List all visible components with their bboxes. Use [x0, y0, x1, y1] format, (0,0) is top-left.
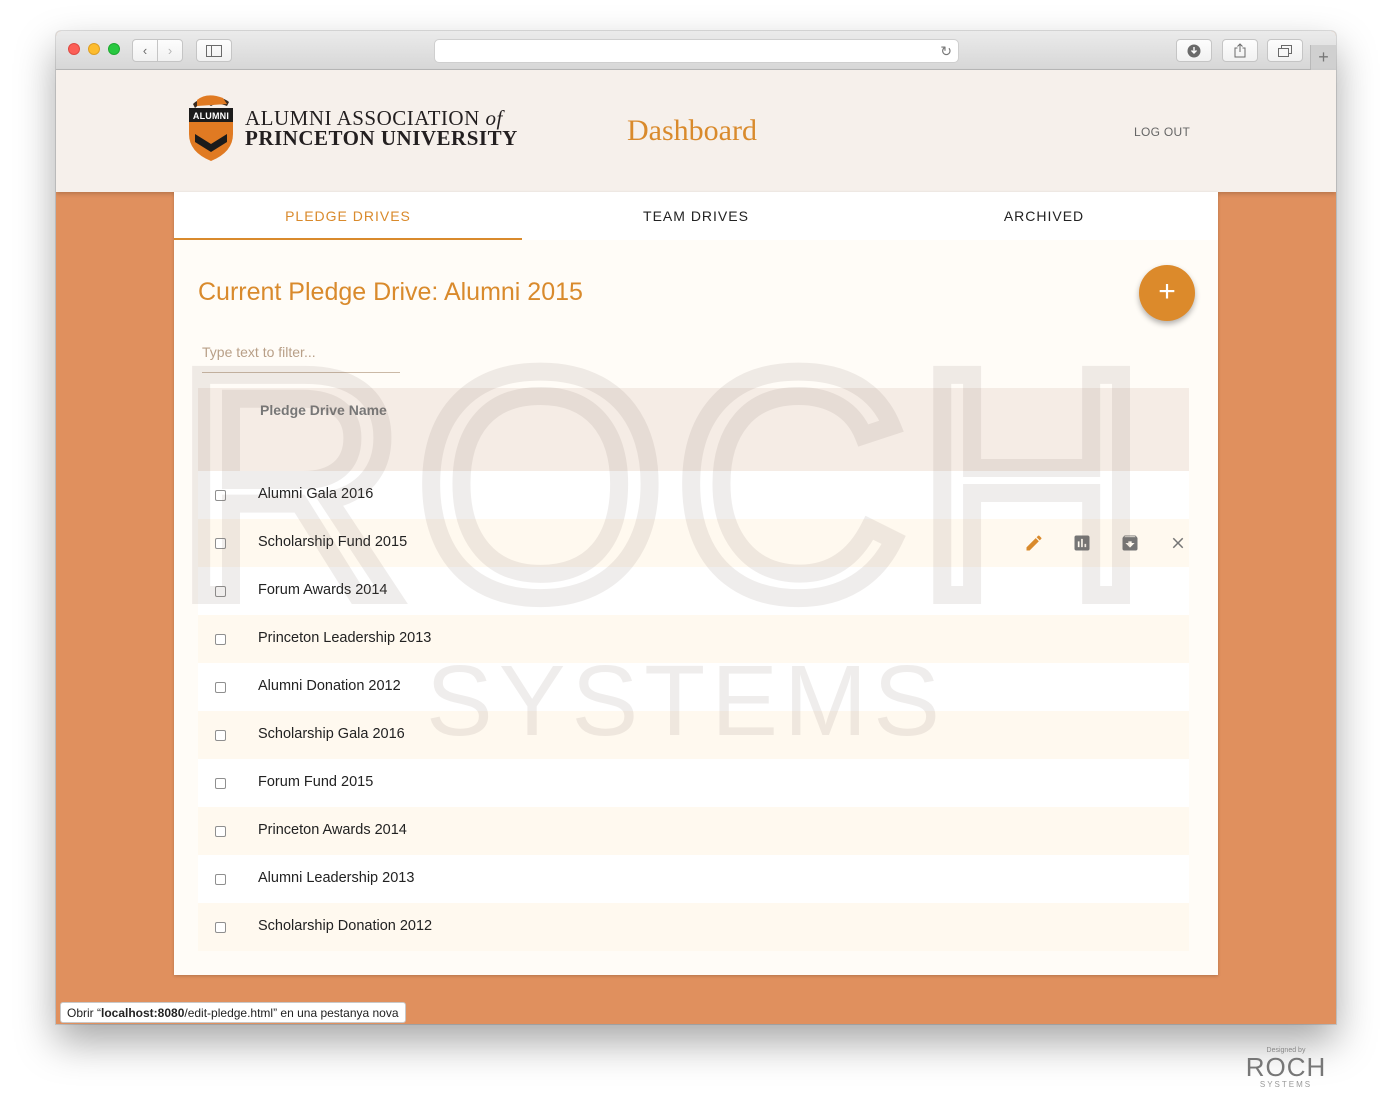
row-checkbox[interactable] — [215, 586, 226, 597]
table-row[interactable]: Alumni Gala 2016 — [198, 471, 1189, 519]
row-name: Scholarship Fund 2015 — [258, 534, 408, 550]
edit-button[interactable] — [1010, 523, 1058, 563]
row-checkbox[interactable] — [215, 634, 226, 645]
new-tab-button[interactable]: + — [1310, 45, 1336, 70]
download-icon — [1187, 44, 1201, 57]
tab-team-drives[interactable]: TEAM DRIVES — [522, 192, 870, 240]
table-row[interactable]: Scholarship Donation 2012 — [198, 903, 1189, 951]
tabs-overview-button[interactable] — [1267, 39, 1303, 62]
row-checkbox[interactable] — [215, 826, 226, 837]
downloads-button[interactable] — [1176, 39, 1212, 62]
page-title: Dashboard — [627, 114, 757, 147]
table-row[interactable]: Scholarship Gala 2016 — [198, 711, 1189, 759]
close-icon — [1172, 537, 1184, 549]
row-checkbox[interactable] — [215, 730, 226, 741]
screenshot-stage: ‹ › ↻ + ALUMNI ALUMNI ASSOCIATION of PRI… — [0, 0, 1392, 1105]
logo-wordmark: ALUMNI ASSOCIATION of PRINCETON UNIVERSI… — [245, 106, 518, 150]
princeton-shield-icon: ALUMNI — [187, 94, 235, 162]
row-actions — [1010, 519, 1202, 567]
forward-button[interactable]: › — [157, 39, 183, 62]
shield-label: ALUMNI — [192, 111, 230, 121]
table-row[interactable]: Alumni Donation 2012 — [198, 663, 1189, 711]
browser-window: ‹ › ↻ + ALUMNI ALUMNI ASSOCIATION of PRI… — [56, 31, 1336, 1024]
table-row[interactable]: Forum Fund 2015 — [198, 759, 1189, 807]
dashboard-card: PLEDGE DRIVES TEAM DRIVES ARCHIVED Curre… — [174, 192, 1218, 975]
table-row[interactable]: Princeton Awards 2014 — [198, 807, 1189, 855]
designer-credit: Designed by ROCH SYSTEMS — [1240, 1047, 1332, 1089]
credit-brand: ROCH — [1245, 1052, 1327, 1082]
row-name: Forum Awards 2014 — [258, 582, 388, 598]
site-header: ALUMNI ALUMNI ASSOCIATION of PRINCETON U… — [56, 70, 1336, 192]
pledge-drive-table: Alumni Gala 2016 Scholarship Fund 2015 F… — [198, 471, 1189, 951]
row-name: Alumni Leadership 2013 — [258, 870, 415, 886]
reload-icon[interactable]: ↻ — [940, 43, 952, 60]
status-url-path: /edit-pledge.html — [184, 1005, 274, 1020]
table-header: Pledge Drive Name — [198, 388, 1189, 471]
tab-archived[interactable]: ARCHIVED — [870, 192, 1218, 240]
browser-toolbar: ‹ › ↻ + — [56, 31, 1336, 70]
sidebar-icon — [206, 44, 222, 57]
close-window-button[interactable] — [68, 43, 80, 55]
table-row[interactable]: Forum Awards 2014 — [198, 567, 1189, 615]
tab-pledge-drives[interactable]: PLEDGE DRIVES — [174, 192, 522, 240]
row-name: Scholarship Donation 2012 — [258, 918, 433, 934]
bar-chart-icon — [1074, 535, 1090, 551]
row-checkbox[interactable] — [215, 778, 226, 789]
add-pledge-drive-button[interactable]: + — [1139, 265, 1195, 321]
row-checkbox[interactable] — [215, 874, 226, 885]
row-name: Alumni Gala 2016 — [258, 486, 374, 502]
address-bar[interactable]: ↻ — [434, 39, 959, 63]
status-url-host: localhost:8080 — [101, 1005, 185, 1020]
back-button[interactable]: ‹ — [132, 39, 158, 62]
share-icon — [1234, 43, 1246, 58]
archive-button[interactable] — [1106, 523, 1154, 563]
zoom-window-button[interactable] — [108, 43, 120, 55]
chevron-left-icon: ‹ — [142, 43, 148, 58]
table-row[interactable]: Alumni Leadership 2013 — [198, 855, 1189, 903]
link-status-bar: Obrir “localhost:8080/edit-pledge.html” … — [60, 1002, 406, 1023]
logo-line-1: ALUMNI ASSOCIATION of — [245, 106, 503, 130]
stats-button[interactable] — [1058, 523, 1106, 563]
filter-input[interactable] — [202, 332, 400, 373]
row-name: Scholarship Gala 2016 — [258, 726, 405, 742]
tab-bar: PLEDGE DRIVES TEAM DRIVES ARCHIVED — [174, 192, 1218, 240]
row-checkbox[interactable] — [215, 922, 226, 933]
plus-icon: + — [1158, 275, 1176, 308]
tabs-icon — [1278, 44, 1292, 57]
row-name: Forum Fund 2015 — [258, 774, 374, 790]
row-name: Alumni Donation 2012 — [258, 678, 401, 694]
plus-icon: + — [1318, 47, 1329, 67]
logout-link[interactable]: LOG OUT — [1134, 125, 1190, 139]
logo-line-2: PRINCETON UNIVERSITY — [245, 126, 518, 150]
table-row[interactable]: Princeton Leadership 2013 — [198, 615, 1189, 663]
row-checkbox[interactable] — [215, 490, 226, 501]
delete-button[interactable] — [1154, 523, 1202, 563]
row-name: Princeton Leadership 2013 — [258, 630, 432, 646]
column-header-name[interactable]: Pledge Drive Name — [260, 402, 387, 418]
row-name: Princeton Awards 2014 — [258, 822, 407, 838]
row-checkbox[interactable] — [215, 682, 226, 693]
site-logo[interactable]: ALUMNI ALUMNI ASSOCIATION of PRINCETON U… — [187, 94, 518, 162]
row-checkbox[interactable] — [215, 538, 226, 549]
sidebar-toggle-button[interactable] — [196, 39, 232, 62]
table-row[interactable]: Scholarship Fund 2015 — [198, 519, 1189, 567]
share-button[interactable] — [1222, 39, 1258, 62]
current-drive-title: Current Pledge Drive: Alumni 2015 — [198, 278, 583, 306]
archive-icon — [1122, 535, 1138, 551]
edit-icon — [1026, 535, 1042, 551]
minimize-window-button[interactable] — [88, 43, 100, 55]
chevron-right-icon: › — [167, 43, 173, 58]
